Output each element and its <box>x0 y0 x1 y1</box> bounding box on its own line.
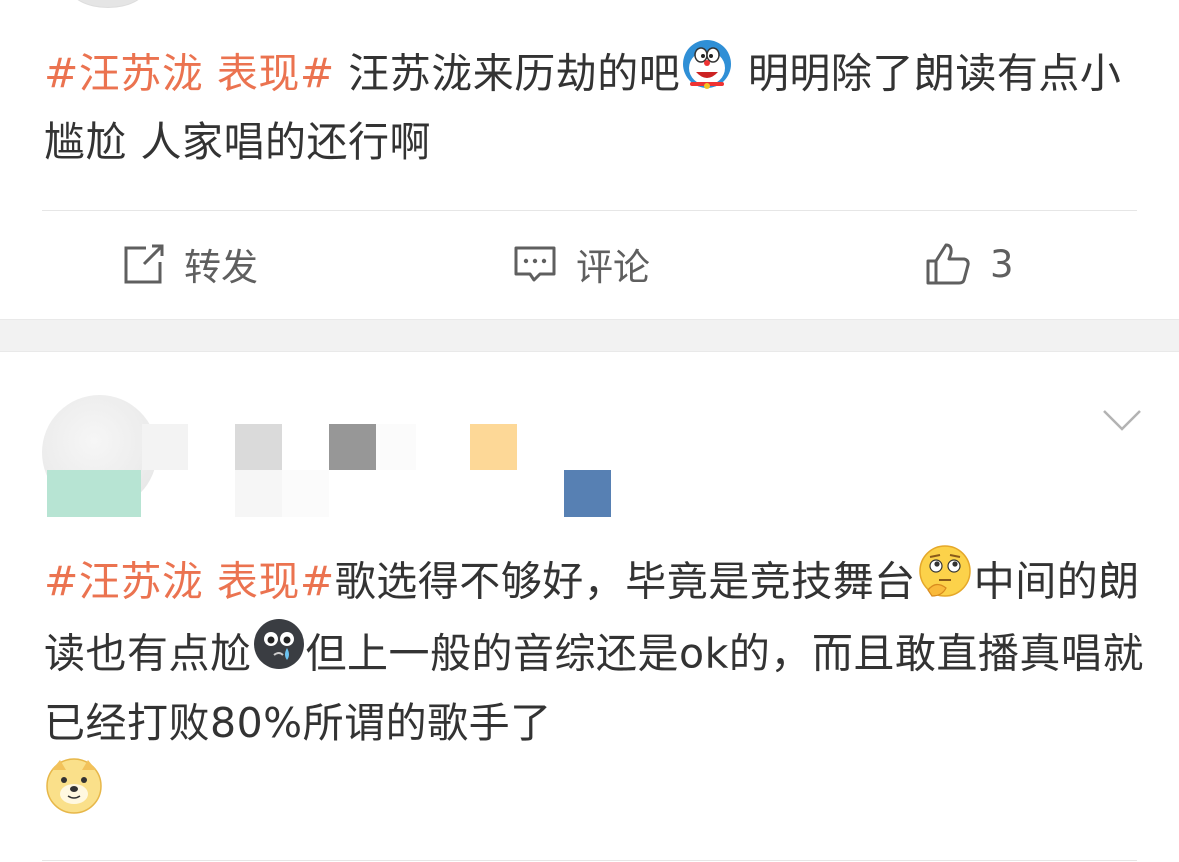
comment-button[interactable]: 评论 <box>512 238 650 290</box>
post-text-segment: 汪苏泷来历劫的吧 <box>334 49 681 98</box>
comment-label: 评论 <box>576 246 650 289</box>
like-count: 3 <box>990 242 1014 286</box>
avatar[interactable] <box>70 0 146 8</box>
hashtag-link[interactable]: #汪苏泷 表现# <box>44 558 335 606</box>
username-blur <box>235 470 282 517</box>
post-text: #汪苏泷 表现# 汪苏泷来历劫的吧 明明除了朗读有点小尴尬 人家唱的还行啊 <box>44 40 1144 173</box>
chevron-down-icon[interactable] <box>1102 407 1142 437</box>
crying-emoji <box>252 617 306 688</box>
username-blur <box>376 424 416 470</box>
username-blur <box>47 470 141 517</box>
username-blur <box>470 424 517 470</box>
comment-icon <box>512 242 558 286</box>
divider <box>42 860 1137 861</box>
username-blur <box>564 470 611 517</box>
repost-button[interactable]: 转发 <box>122 238 258 290</box>
username-blur <box>142 424 188 470</box>
divider <box>42 210 1137 211</box>
like-button[interactable]: 3 <box>924 238 1014 290</box>
repost-icon <box>122 242 166 286</box>
post-text: #汪苏泷 表现#歌选得不够好，毕竟是竞技舞台 中间的朗读也有点尬 但上一般的音综… <box>44 545 1144 833</box>
username-blur <box>329 424 376 470</box>
thumbs-up-icon <box>924 241 972 287</box>
post-text-segment: 歌选得不够好，毕竟是竞技舞台 <box>334 557 916 606</box>
hashtag-link[interactable]: #汪苏泷 表现# <box>44 50 335 98</box>
username-blur <box>235 424 282 470</box>
section-separator <box>0 319 1179 352</box>
repost-label: 转发 <box>184 246 258 289</box>
doge-emoji <box>44 756 104 833</box>
thinking-emoji <box>916 544 974 617</box>
doraemon-emoji <box>680 38 734 107</box>
username-blur <box>282 470 329 517</box>
